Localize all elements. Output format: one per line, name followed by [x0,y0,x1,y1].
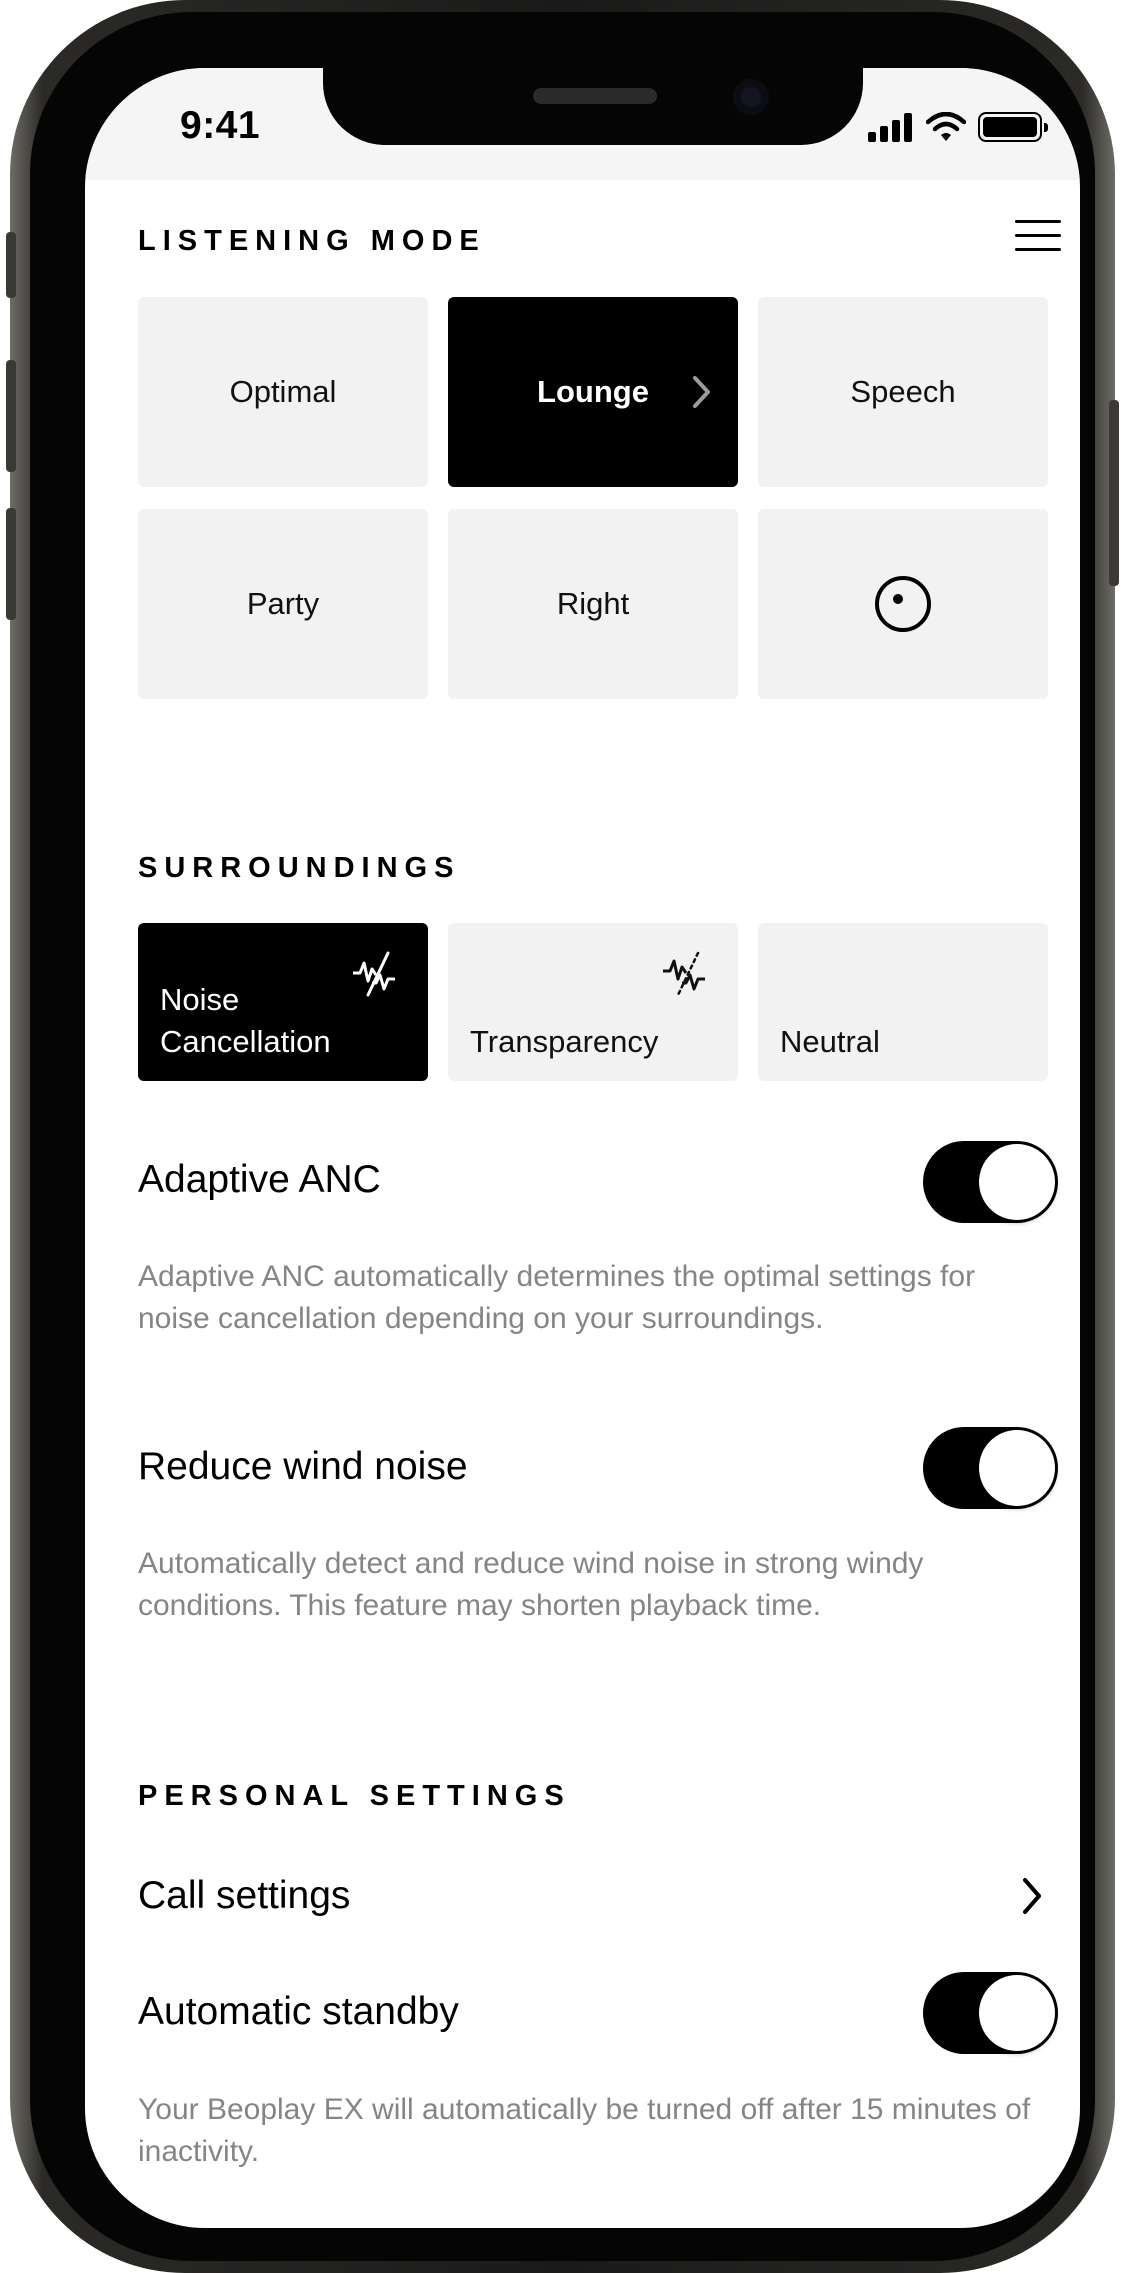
label-line: Noise [160,982,240,1017]
label-line: Neutral [780,1024,880,1059]
app-screen: 9:41 LISTENING MODE Optimal Lounge Speec… [85,68,1080,2228]
automatic-standby-description: Your Beoplay EX will automatically be tu… [138,2093,1031,2168]
mode-label: Lounge [537,374,649,409]
automatic-standby-toggle[interactable] [923,1972,1058,2054]
earpiece-speaker [533,88,657,104]
automatic-standby-label: Automatic standby [138,1990,459,2033]
personal-settings-title: PERSONAL SETTINGS [138,1780,571,1812]
adaptive-anc-label: Adaptive ANC [138,1158,381,1201]
reduce-wind-noise-toggle[interactable] [923,1427,1058,1509]
volume-down-button [6,508,16,620]
wifi-icon [926,112,966,141]
noise-cancellation-icon [353,951,395,997]
call-settings-label[interactable]: Call settings [138,1874,350,1918]
surroundings-title: SURROUNDINGS [138,852,461,884]
surroundings-label: Transparency [470,1021,658,1063]
mode-tile-custom[interactable] [758,509,1048,699]
mode-tile-optimal[interactable]: Optimal [138,297,428,487]
surroundings-transparency[interactable]: Transparency [448,923,738,1081]
status-icons [868,110,1048,144]
reduce-wind-noise-label: Reduce wind noise [138,1445,468,1488]
mode-label: Right [556,586,630,621]
mode-label: Party [246,586,320,621]
surroundings-label: Neutral [780,1021,880,1063]
phone-bezel: 9:41 LISTENING MODE Optimal Lounge Speec… [30,12,1095,2261]
status-bar: 9:41 [85,68,1080,180]
status-time: 9:41 [180,104,261,147]
surroundings-label: Noise Cancellation [160,979,331,1063]
front-camera [733,79,769,115]
toggle-knob [979,1144,1055,1220]
transparency-icon [663,951,705,997]
adaptive-anc-toggle[interactable] [923,1141,1058,1223]
surroundings-noise-cancellation[interactable]: Noise Cancellation [138,923,428,1081]
toggle-knob [979,1430,1055,1506]
volume-up-button [6,360,16,472]
custom-mode-dot-icon [875,576,931,632]
phone-frame: 9:41 LISTENING MODE Optimal Lounge Speec… [6,0,1119,2273]
mode-tile-party[interactable]: Party [138,509,428,699]
label-line: Cancellation [160,1024,331,1059]
battery-icon [978,112,1048,142]
hamburger-menu-icon[interactable] [1015,220,1061,252]
chevron-right-icon [693,376,710,408]
listening-mode-title: LISTENING MODE [138,225,486,257]
toggle-knob [979,1975,1055,2051]
mode-tile-lounge[interactable]: Lounge [448,297,738,487]
reduce-wind-noise-description: Automatically detect and reduce wind noi… [138,1547,924,1622]
mode-label: Speech [850,374,956,409]
mode-label: Optimal [229,374,337,409]
power-button [1109,400,1119,586]
label-line: Transparency [470,1024,659,1059]
cellular-signal-icon [868,113,912,142]
adaptive-anc-description: Adaptive ANC automatically determines th… [138,1260,976,1335]
action-button [6,232,16,298]
call-settings-chevron-icon[interactable] [1017,1874,1047,1918]
camera-notch [323,68,863,145]
surroundings-neutral[interactable]: Neutral [758,923,1048,1081]
mode-tile-right[interactable]: Right [448,509,738,699]
mode-tile-speech[interactable]: Speech [758,297,1048,487]
